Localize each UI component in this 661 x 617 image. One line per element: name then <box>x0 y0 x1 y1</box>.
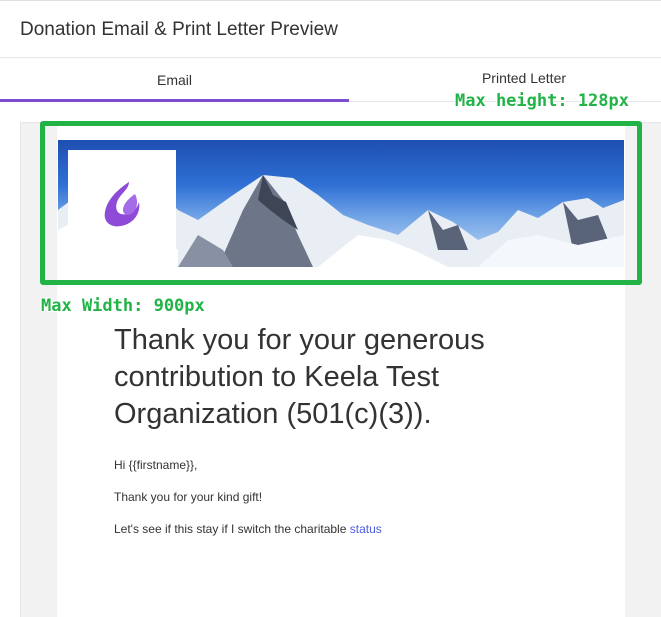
max-size-highlight-box <box>40 121 642 285</box>
email-thanks-line: Thank you for your kind gift! <box>114 490 263 504</box>
status-line-text: Let's see if this stay if I switch the c… <box>114 522 350 536</box>
tab-email[interactable]: Email <box>0 58 349 102</box>
email-greeting: Hi {{firstname}}, <box>114 458 198 472</box>
active-tab-indicator <box>0 99 349 102</box>
status-link[interactable]: status <box>350 522 382 536</box>
page-title: Donation Email & Print Letter Preview <box>20 19 338 40</box>
email-headline: Thank you for your generous contribution… <box>114 324 485 430</box>
dialog-header: Donation Email & Print Letter Preview <box>0 0 661 58</box>
email-status-line: Let's see if this stay if I switch the c… <box>114 522 382 536</box>
max-height-annotation: Max height: 128px <box>455 91 629 111</box>
max-width-annotation: Max Width: 900px <box>41 296 205 316</box>
